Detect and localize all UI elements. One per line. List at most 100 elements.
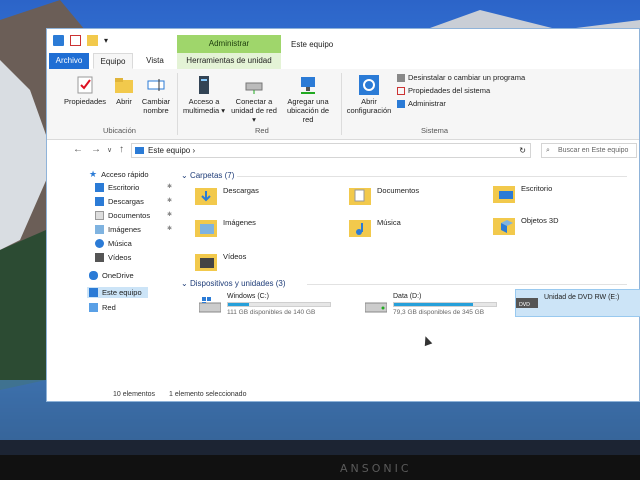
star-icon: ★	[89, 169, 98, 179]
dvd-drive-icon: DVD	[516, 294, 538, 310]
add-network-location-button[interactable]: Agregar una ubicación de red	[281, 75, 335, 124]
computer-manage-icon	[397, 99, 405, 108]
nav-item-pictures[interactable]: Imágenes	[95, 225, 141, 234]
file-explorer-window: ▾ Administrar Este equipo Archivo Equipo…	[46, 28, 640, 402]
address-bar: ← → ∨ ↑ Este equipo › ↻ ⌕ Buscar en Este…	[47, 141, 639, 161]
drive-c[interactable]: Windows (C:) 111 GB disponibles de 140 G…	[198, 293, 331, 316]
drives-section-title[interactable]: ⌄ Dispositivos y unidades (3)	[181, 279, 286, 288]
properties-icon[interactable]	[70, 35, 81, 46]
title-bar: ▾ Administrar Este equipo	[47, 29, 639, 53]
window-title: Este equipo	[291, 40, 334, 49]
map-network-drive-button[interactable]: Conectar a unidad de red ▾	[229, 75, 279, 124]
folder-documents[interactable]: Documentos	[349, 185, 419, 205]
folder-music-icon	[349, 217, 371, 237]
new-folder-icon[interactable]	[87, 35, 98, 46]
drive-d[interactable]: Data (D:) 79,3 GB disponibles de 345 GB	[364, 293, 497, 316]
download-icon	[95, 197, 104, 206]
hard-drive-icon	[364, 297, 388, 313]
context-tab-manage[interactable]: Administrar	[177, 35, 281, 53]
drive-usage-fill	[228, 303, 250, 306]
item-count: 10 elementos	[113, 391, 156, 398]
pin-icon[interactable]: ✱	[167, 183, 172, 190]
media-access-button[interactable]: Acceso a multimedia ▾	[181, 75, 227, 115]
folder-desktop[interactable]: Escritorio	[493, 183, 552, 203]
folder-music[interactable]: Música	[349, 217, 401, 237]
folder-desktop-icon	[493, 183, 515, 203]
check-icon	[397, 86, 405, 95]
system-properties-link[interactable]: Propiedades del sistema	[397, 86, 490, 95]
section-divider	[307, 284, 627, 285]
rename-icon	[146, 75, 166, 95]
section-divider	[237, 176, 627, 177]
monitor-bezel	[0, 455, 640, 480]
back-arrow-icon[interactable]: ←	[73, 144, 83, 155]
chevron-down-icon[interactable]: ∨	[107, 146, 112, 154]
uninstall-program-link[interactable]: Desinstalar o cambiar un programa	[397, 73, 525, 82]
open-settings-button[interactable]: Abrir configuración	[345, 75, 393, 115]
network-drive-icon	[244, 75, 264, 95]
pin-icon[interactable]: ✱	[167, 225, 172, 232]
rename-button[interactable]: Cambiar nombre	[139, 75, 173, 115]
media-server-icon	[194, 75, 214, 95]
windows-drive-icon	[198, 297, 222, 313]
ribbon: Propiedades Abrir Cambiar nombre Ubicaci…	[47, 69, 639, 140]
address-input[interactable]: Este equipo › ↻	[131, 143, 531, 158]
svg-text:DVD: DVD	[519, 302, 530, 308]
picture-icon	[95, 225, 104, 234]
folders-section-title[interactable]: ⌄ Carpetas (7)	[181, 171, 234, 180]
selection-count: 1 elemento seleccionado	[169, 391, 247, 398]
manage-link[interactable]: Administrar	[397, 99, 446, 108]
tab-computer[interactable]: Equipo	[93, 53, 133, 69]
tab-drive-tools[interactable]: Herramientas de unidad	[177, 53, 281, 69]
quick-access-toolbar: ▾	[53, 35, 115, 46]
navigation-pane: ★ Acceso rápido Escritorio ✱ Descargas ✱…	[47, 167, 175, 387]
drive-usage-bar	[393, 302, 497, 307]
network-icon	[89, 303, 98, 312]
video-icon	[95, 253, 104, 262]
nav-network[interactable]: Red	[89, 303, 116, 312]
folder-download-icon	[195, 185, 217, 205]
drive-e[interactable]: DVD Unidad de DVD RW (E:)	[515, 289, 640, 317]
properties-button[interactable]: Propiedades	[61, 75, 109, 106]
tab-file[interactable]: Archivo	[49, 53, 89, 69]
pin-icon[interactable]: ✱	[167, 211, 172, 218]
refresh-icon[interactable]: ↻	[519, 144, 526, 157]
pin-icon[interactable]: ✱	[167, 197, 172, 204]
nav-item-desktop[interactable]: Escritorio	[95, 183, 139, 192]
uninstall-icon	[397, 73, 405, 82]
chevron-down-icon[interactable]: ▾	[104, 35, 115, 46]
group-label-network: Red	[255, 126, 269, 135]
forward-arrow-icon[interactable]: →	[91, 144, 101, 155]
nav-item-documents[interactable]: Documentos	[95, 211, 150, 220]
tab-view[interactable]: Vista	[137, 53, 173, 69]
folder-3d-objects[interactable]: Objetos 3D	[493, 215, 559, 235]
nav-item-downloads[interactable]: Descargas	[95, 197, 144, 206]
ribbon-tabs: Archivo Equipo Vista Herramientas de uni…	[47, 53, 639, 70]
nav-this-pc[interactable]: Este equipo	[87, 287, 148, 298]
folder-3d-icon	[493, 215, 515, 235]
drive-usage-fill	[394, 303, 473, 306]
search-input[interactable]: ⌕ Buscar en Este equipo	[541, 143, 637, 158]
computer-icon	[89, 288, 98, 297]
drive-usage-bar	[227, 302, 331, 307]
group-label-location: Ubicación	[103, 126, 136, 135]
folder-downloads[interactable]: Descargas	[195, 185, 259, 205]
up-arrow-icon[interactable]: ↑	[119, 144, 124, 155]
folder-pictures[interactable]: Imágenes	[195, 217, 256, 237]
computer-icon[interactable]	[53, 35, 64, 46]
nav-quick-access[interactable]: ★ Acceso rápido	[89, 169, 149, 180]
gear-icon	[359, 75, 379, 95]
open-button[interactable]: Abrir	[111, 75, 137, 106]
folder-picture-icon	[195, 217, 217, 237]
nav-item-music[interactable]: Música	[95, 239, 132, 248]
monitor-brand-logo: ANSONIC	[340, 462, 412, 475]
folder-document-icon	[349, 185, 371, 205]
chevron-down-icon: ⌄	[181, 171, 190, 180]
search-icon: ⌕	[546, 147, 550, 154]
nav-onedrive[interactable]: OneDrive	[89, 271, 134, 280]
nav-item-videos[interactable]: Vídeos	[95, 253, 131, 262]
music-icon	[95, 239, 104, 248]
folder-videos[interactable]: Vídeos	[195, 251, 246, 271]
ribbon-separator	[177, 73, 178, 135]
group-label-system: Sistema	[421, 126, 449, 135]
